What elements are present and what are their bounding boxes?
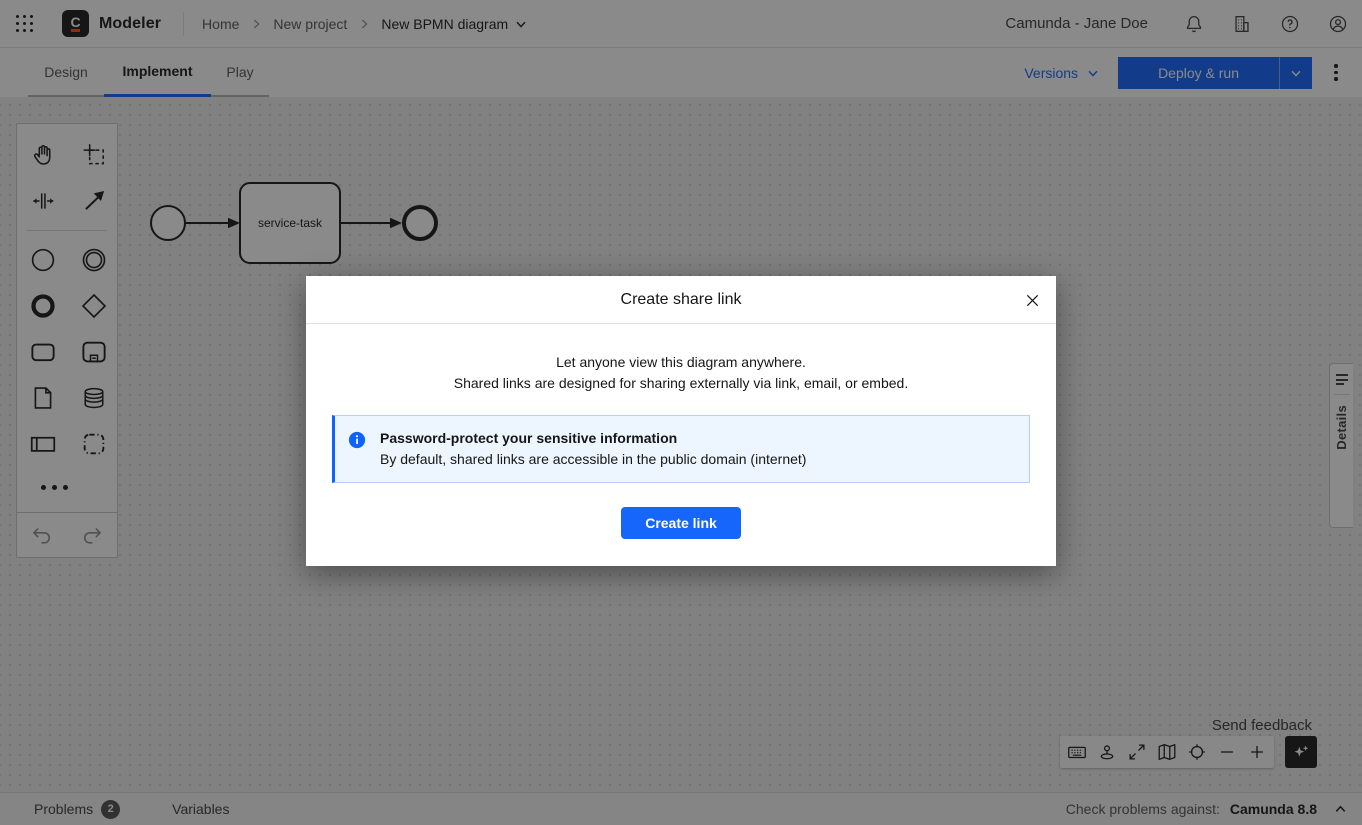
info-notification: Password-protect your sensitive informat… bbox=[332, 415, 1030, 483]
create-link-button[interactable]: Create link bbox=[621, 507, 741, 539]
modal-header: Create share link bbox=[306, 276, 1056, 324]
create-share-link-modal: Create share link Let anyone view this d… bbox=[306, 276, 1056, 566]
notification-subtitle: By default, shared links are accessible … bbox=[380, 450, 806, 469]
camunda-modeler-app: C Modeler Home New project New BPMN diag… bbox=[0, 0, 1362, 825]
notification-title: Password-protect your sensitive informat… bbox=[380, 429, 806, 448]
close-button[interactable] bbox=[1008, 276, 1056, 324]
share-description-line1: Let anyone view this diagram anywhere. bbox=[332, 352, 1030, 373]
modal-title: Create share link bbox=[621, 291, 742, 309]
share-description-line2: Shared links are designed for sharing ex… bbox=[332, 373, 1030, 394]
info-icon bbox=[348, 431, 366, 449]
modal-body: Let anyone view this diagram anywhere. S… bbox=[306, 324, 1056, 566]
close-icon bbox=[1025, 293, 1040, 308]
